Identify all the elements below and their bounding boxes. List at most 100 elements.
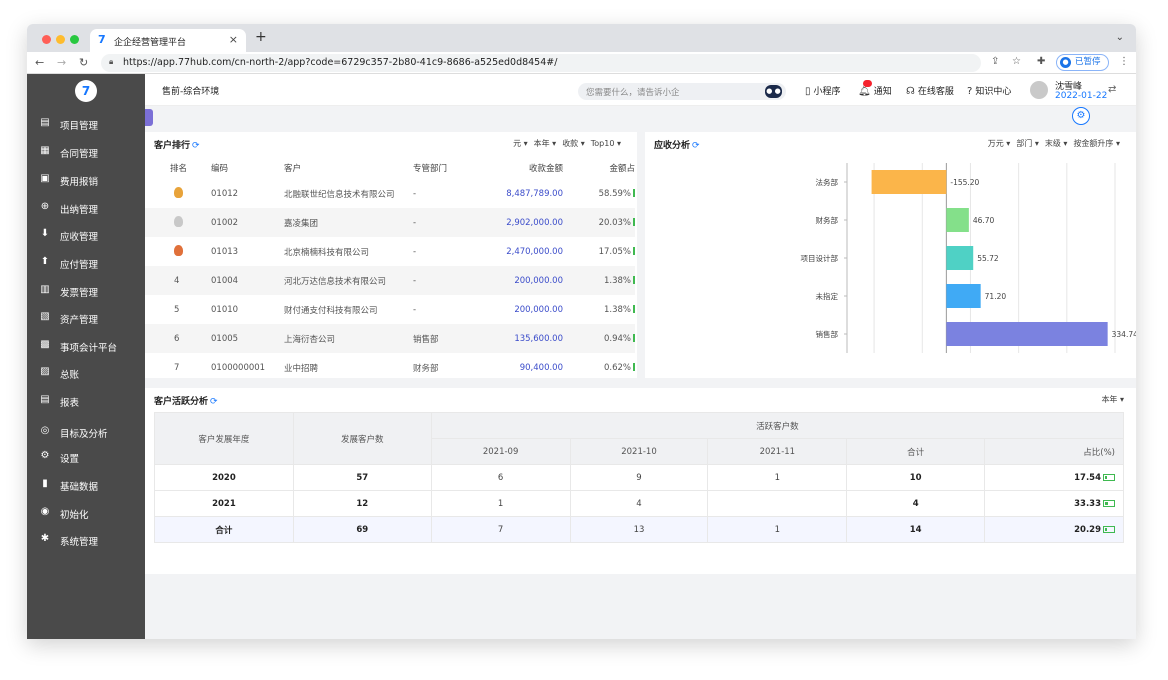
header-month: 2021-10 xyxy=(569,438,709,465)
sidebar-item[interactable]: ▧ 资产管理 xyxy=(27,307,145,329)
dept-cell: - xyxy=(413,266,483,295)
active-tab-indicator[interactable] xyxy=(145,109,153,126)
app-logo-icon[interactable]: 7 xyxy=(75,80,97,102)
bar[interactable] xyxy=(871,170,947,194)
sidebar-item[interactable]: ▩ 事项会计平台 xyxy=(27,335,145,357)
table-row[interactable]: 6 01005 上海衍杏公司 销售部 135,600.00 0.94% xyxy=(145,324,635,353)
sidebar-item-label: 总账 xyxy=(60,370,80,381)
filter-dropdown[interactable]: 本年 ▾ xyxy=(534,139,557,148)
search-input[interactable]: 您需要什么，请告诉小企 ● ● xyxy=(578,83,786,100)
sidebar-item[interactable]: ▥ 发票管理 xyxy=(27,280,145,302)
amount-link[interactable]: 135,600.00 xyxy=(483,324,563,353)
browser-menu-icon[interactable]: ⋮ xyxy=(1119,56,1129,67)
new-tab-button[interactable]: + xyxy=(255,29,267,45)
activity-m2-cell: 9 xyxy=(569,464,709,491)
rank-cell: 5 xyxy=(145,295,211,324)
bell-icon: 🔔︎ xyxy=(858,86,871,97)
refresh-icon[interactable]: ⟳ xyxy=(210,397,218,407)
sidebar-item[interactable]: ◎ 目标及分析 xyxy=(27,421,145,443)
filter-dropdown[interactable]: Top10 ▾ xyxy=(591,139,621,148)
sidebar-item[interactable]: ▦ 合同管理 xyxy=(27,141,145,163)
amount-link[interactable]: 90,400.00 xyxy=(483,353,563,378)
assistant-bot-icon[interactable]: ● ● xyxy=(765,85,782,98)
amount-link[interactable]: 200,000.00 xyxy=(483,266,563,295)
miniprogram-button[interactable]: ▯ 小程序 xyxy=(805,84,841,97)
sidebar-item[interactable]: ⬇ 应收管理 xyxy=(27,224,145,246)
maximize-window-button[interactable] xyxy=(70,35,79,44)
table-row[interactable]: 5 01010 财付通支付科技有限公司 - 200,000.00 1.38% xyxy=(145,295,635,324)
avatar[interactable] xyxy=(1030,81,1048,99)
url-input[interactable]: 🔒︎ https://app.77hub.com/cn-north-2/app?… xyxy=(101,54,981,72)
sidebar-item[interactable]: ▤ 报表 xyxy=(27,390,145,412)
environment-name[interactable]: 售前-综合环境 xyxy=(162,84,219,97)
filter-dropdown[interactable]: 元 ▾ xyxy=(513,139,528,148)
url-text: https://app.77hub.com/cn-north-2/app?cod… xyxy=(123,57,558,68)
amount-link[interactable]: 2,470,000.00 xyxy=(483,237,563,266)
lock-icon: 🔒︎ xyxy=(109,57,114,66)
activity-ratio-cell: 17.54 xyxy=(984,464,1124,491)
activity-m2-cell: 4 xyxy=(569,490,709,517)
app-favicon-icon: 7 xyxy=(98,33,106,46)
table-row[interactable]: 7 0100000001 业中招聘 财务部 90,400.00 0.62% xyxy=(145,353,635,378)
extensions-icon[interactable]: ✚ xyxy=(1037,56,1045,67)
sidebar-item[interactable]: ✱ 系统管理 xyxy=(27,529,145,551)
percent-cell: 17.05% xyxy=(563,237,635,266)
phone-icon: ▯ xyxy=(805,86,811,97)
bookmark-star-icon[interactable]: ☆ xyxy=(1012,56,1021,67)
percent-cell: 0.94% xyxy=(563,324,635,353)
settings-gear-icon[interactable]: ⚙ xyxy=(1072,107,1090,125)
sidebar-item[interactable]: ▣ 费用报销 xyxy=(27,169,145,191)
code-cell: 01005 xyxy=(211,324,284,353)
bar[interactable] xyxy=(946,322,1108,346)
bar-chart-icon: ▮ xyxy=(42,478,48,489)
table-row[interactable]: 01002 嘉凌集团 -2,902,000.00 20.03% xyxy=(145,208,635,237)
bar[interactable] xyxy=(946,208,969,232)
customer-cell: 嘉凌集团 xyxy=(284,208,413,237)
amount-link[interactable]: 8,487,789.00 xyxy=(483,179,563,208)
grid-icon: ▩ xyxy=(40,339,50,350)
switch-icon[interactable]: ⇄ xyxy=(1108,84,1116,95)
bar[interactable] xyxy=(946,246,974,270)
knowledge-center-button[interactable]: ? 知识中心 xyxy=(967,84,1011,97)
refresh-icon[interactable]: ⟳ xyxy=(192,141,200,151)
table-row[interactable]: 01013 北京楠楠科技有限公司 - 2,470,000.00 17.05% xyxy=(145,237,635,266)
sidebar-item[interactable]: ⚙ 设置 xyxy=(27,446,145,468)
sidebar-item-label: 费用报销 xyxy=(60,177,99,188)
activity-m1-cell: 7 xyxy=(430,516,571,543)
activity-year-cell: 合计 xyxy=(154,516,294,543)
close-tab-icon[interactable]: × xyxy=(229,33,238,46)
table-row[interactable]: 01012 北融联世纪信息技术有限公司 - 8,487,789.00 58.59% xyxy=(145,179,635,208)
header-month: 2021-11 xyxy=(707,438,848,465)
close-window-button[interactable] xyxy=(42,35,51,44)
sidebar-item[interactable]: ⊕ 出纳管理 xyxy=(27,197,145,219)
code-cell: 0100000001 xyxy=(211,362,266,373)
amount-link[interactable]: 200,000.00 xyxy=(483,295,563,324)
header-month: 2021-09 xyxy=(430,438,571,465)
back-arrow-icon[interactable]: ← xyxy=(35,56,44,69)
sidebar-item[interactable]: ◉ 初始化 xyxy=(27,502,145,524)
activity-dev-cell: 57 xyxy=(292,464,432,491)
browser-tab[interactable]: 7 企企经营管理平台 × xyxy=(90,29,246,52)
activity-period-filter[interactable]: 本年 ▾ xyxy=(1101,394,1124,405)
forward-arrow-icon[interactable]: → xyxy=(57,56,66,69)
medal-icon xyxy=(174,215,183,227)
sidebar-item[interactable]: ▨ 总账 xyxy=(27,362,145,384)
table-row: 合计 69 7 13 1 14 20.29 xyxy=(154,516,1124,543)
activity-total-cell: 10 xyxy=(846,464,986,491)
minimize-window-button[interactable] xyxy=(56,35,65,44)
bar[interactable] xyxy=(946,284,981,308)
sidebar-item[interactable]: ▤ 项目管理 xyxy=(27,113,145,135)
table-row[interactable]: 4 01004 河北万达信息技术有限公司 -200,000.00 1.38% xyxy=(145,266,635,295)
sidebar-item[interactable]: ⬆ 应付管理 xyxy=(27,252,145,274)
profile-paused-button[interactable]: ● 已暂停 xyxy=(1056,54,1109,71)
tab-search-chevron-icon[interactable]: ⌄ xyxy=(1116,32,1124,43)
percent-text: 58.59% xyxy=(598,188,631,199)
sidebar-item[interactable]: ▮ 基础数据 xyxy=(27,474,145,496)
reload-icon[interactable]: ↻ xyxy=(79,56,88,69)
paused-label: 已暂停 xyxy=(1075,57,1101,67)
filter-dropdown[interactable]: 收款 ▾ xyxy=(562,139,585,148)
activity-table: 客户发展年度 发展客户数 活跃客户数 2021-09 2021-10 2021-… xyxy=(154,412,1125,543)
amount-link[interactable]: 2,902,000.00 xyxy=(483,208,563,237)
online-service-button[interactable]: ☊ 在线客服 xyxy=(906,84,954,97)
share-icon[interactable]: ⇪ xyxy=(991,56,999,67)
